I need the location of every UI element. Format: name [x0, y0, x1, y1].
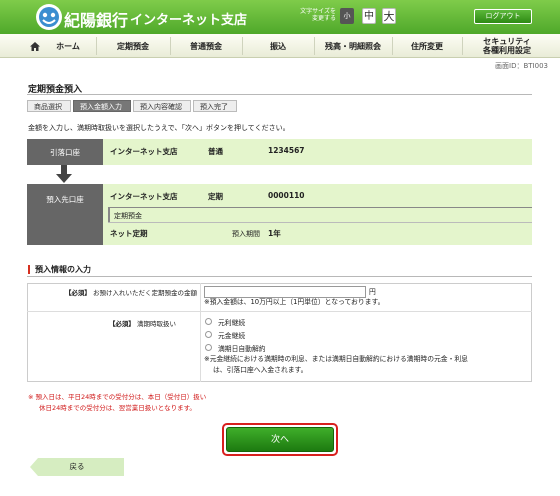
maturity-required-tag: 【必須】	[108, 320, 135, 328]
step-product-select: 商品選択	[27, 100, 71, 112]
section-divider	[27, 276, 532, 277]
radio-principal-interest[interactable]	[205, 318, 212, 325]
font-size-label-text: 文字サイズを 変更する	[300, 8, 336, 22]
nav-transfer[interactable]: 振込	[242, 34, 314, 58]
nav-security-settings[interactable]: セキュリティ 各種利用設定	[462, 34, 552, 58]
to-account-label: 預入先口座	[27, 184, 103, 245]
step-confirm: 預入内容確認	[133, 100, 191, 112]
screen-id: 画面ID：BTI003	[495, 62, 548, 70]
font-size-medium-button[interactable]: 中	[362, 8, 376, 24]
warning-line-2: 休日24時までの受付分は、翌営業日扱いとなります。	[39, 404, 196, 412]
arrow-down-icon	[56, 165, 72, 183]
header-bar: 紀陽銀行 インターネット支店 文字サイズを 変更する 小 中 大 ログアウト	[0, 0, 560, 34]
font-size-small-button[interactable]: 小	[340, 8, 354, 24]
step-amount-input: 預入金額入力	[73, 100, 131, 112]
font-size-large-button[interactable]: 大	[382, 8, 396, 24]
back-button[interactable]: 戻る	[30, 458, 124, 476]
product-divider	[108, 222, 532, 223]
radio-auto-cancel[interactable]	[205, 344, 212, 351]
from-account-number: 1234567	[268, 146, 305, 155]
next-button[interactable]: 次へ	[226, 427, 334, 452]
maturity-label-text: 満期時取扱い	[137, 320, 176, 328]
period-label: 預入期間	[232, 230, 260, 238]
form-row-divider	[27, 311, 532, 312]
option-auto-cancel[interactable]: 満期日自動解約	[218, 343, 266, 353]
nav-ordinary-deposit[interactable]: 普通預金	[170, 34, 242, 58]
nav-address-change[interactable]: 住所変更	[392, 34, 462, 58]
from-account-type: 普通	[208, 147, 223, 156]
branch-name: インターネット支店	[130, 13, 248, 28]
radio-principal[interactable]	[205, 331, 212, 338]
product-header: 定期預金	[114, 212, 142, 220]
maturity-note-2: は、引落口座へ入金されます。	[213, 366, 308, 374]
form-column-divider	[200, 283, 201, 382]
bank-logo-icon	[36, 4, 62, 30]
product-name: ネット定期	[110, 229, 148, 238]
main-nav: ホーム 定期預金 普通預金 振込 残高・明細照会 住所変更 セキュリティ 各種利…	[0, 34, 560, 58]
font-size-label: 文字サイズを 変更する	[292, 8, 336, 22]
nav-time-deposit[interactable]: 定期預金	[96, 34, 170, 58]
home-icon	[30, 42, 40, 51]
from-account-label: 引落口座	[27, 139, 103, 165]
warning-line-1: ※ 預入日は、平日24時までの受付分は、本日（受付日）扱い	[28, 393, 207, 401]
option-principal-interest[interactable]: 元利継続	[218, 317, 245, 327]
title-divider	[27, 94, 532, 95]
maturity-label: 【必須】 満期時取扱い	[109, 318, 176, 328]
amount-note: ※預入金額は、10万円以上（1円単位）となっております。	[204, 298, 385, 306]
product-marker	[108, 208, 110, 222]
to-account-number: 0000110	[268, 191, 305, 200]
step-complete: 預入完了	[193, 100, 237, 112]
period-value: 1年	[268, 229, 281, 238]
instruction-text: 金額を入力し、満期時取扱いを選択したうえで、「次へ」ボタンを押してください。	[28, 124, 290, 132]
option-principal[interactable]: 元金継続	[218, 330, 245, 340]
maturity-note-1: ※元金継続における満期時の利息、または満期日自動解約における満期時の元金・利息	[204, 355, 468, 363]
amount-label: 【必須】 お預け入れいただく定期預金の金額	[65, 287, 197, 297]
to-account-divider	[108, 207, 532, 208]
step-progress: 商品選択 預入金額入力 預入内容確認 預入完了	[27, 100, 239, 112]
from-account-branch: インターネット支店	[110, 147, 178, 156]
section-title: 預入情報の入力	[28, 265, 91, 274]
nav-home[interactable]: ホーム	[40, 34, 96, 58]
amount-label-text: お預け入れいただく定期預金の金額	[93, 289, 197, 297]
to-account-type: 定期	[208, 192, 223, 201]
to-account-branch: インターネット支店	[110, 192, 178, 201]
nav-balance-inquiry[interactable]: 残高・明細照会	[314, 34, 392, 58]
amount-required-tag: 【必須】	[64, 289, 91, 297]
logout-button[interactable]: ログアウト	[474, 9, 532, 24]
bank-name: 紀陽銀行	[64, 11, 129, 30]
